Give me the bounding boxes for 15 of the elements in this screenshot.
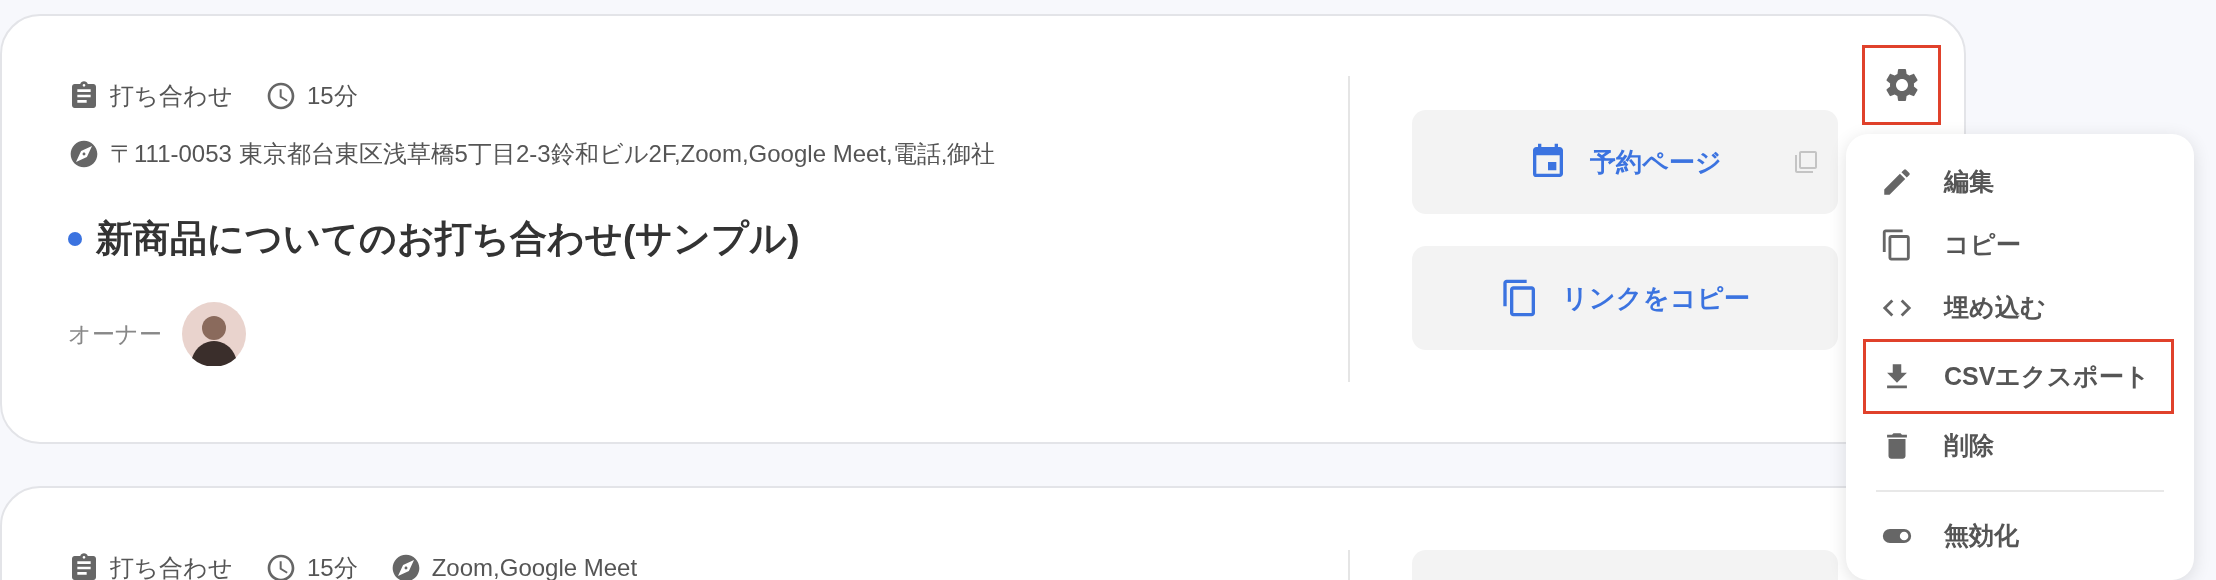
menu-item[interactable]: 編集 bbox=[1866, 150, 2174, 213]
owner-label: オーナー bbox=[68, 319, 162, 349]
copy-link-button[interactable]: リンクをコピー bbox=[1412, 246, 1838, 350]
menu-item[interactable]: 無効化 bbox=[1866, 504, 2174, 567]
menu-item[interactable]: 埋め込む bbox=[1866, 276, 2174, 339]
meta-text: 15分 bbox=[307, 553, 358, 580]
meta-text: 打ち合わせ bbox=[110, 553, 233, 580]
location-text: 〒111-0053 東京都台東区浅草橋5丁目2-3鈴和ビル2F,Zoom,Google Meet,電話,御社 bbox=[110, 139, 996, 169]
booking-page-button[interactable]: 予約ページ bbox=[1412, 110, 1838, 214]
event-title: 新商品についてのお打ち合わせ(サンプル) bbox=[96, 217, 800, 261]
meta-text: 打ち合わせ bbox=[110, 81, 233, 111]
menu-item[interactable]: 削除 bbox=[1866, 414, 2174, 477]
menu-item[interactable]: コピー bbox=[1866, 213, 2174, 276]
meta-text: 15分 bbox=[307, 81, 358, 111]
menu-item[interactable]: CSVエクスポート bbox=[1869, 345, 2168, 408]
